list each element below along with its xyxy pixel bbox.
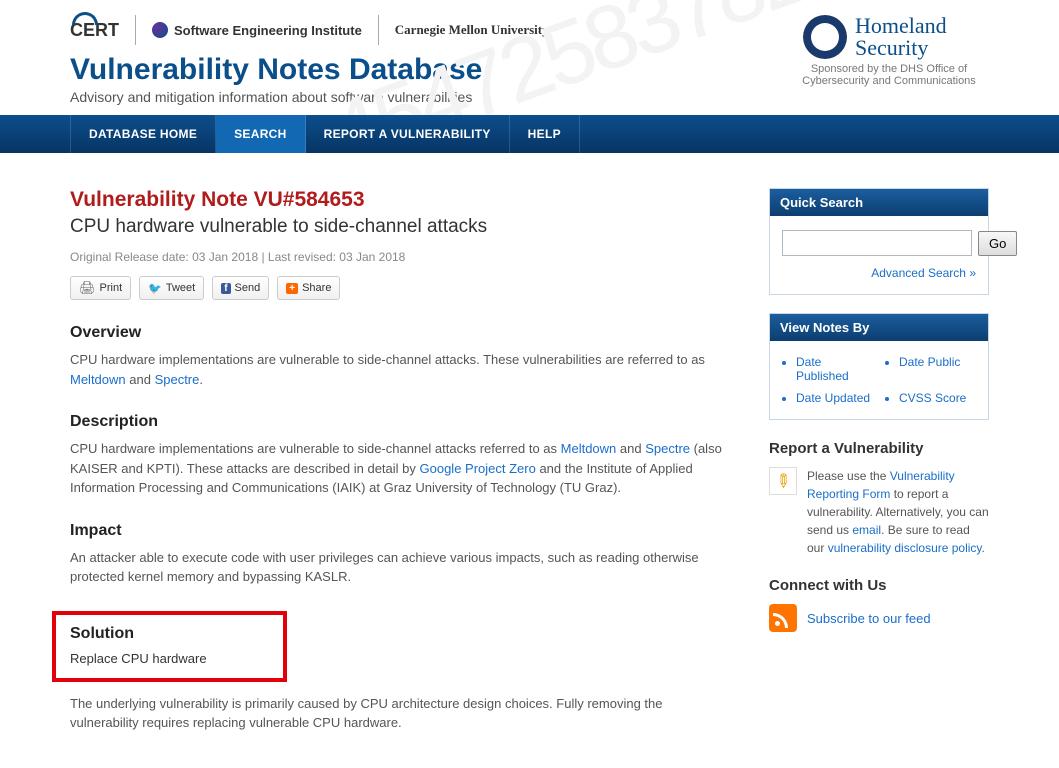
cert-logo[interactable]: CERT (70, 20, 119, 41)
addthis-icon: + (286, 283, 298, 294)
rss-row[interactable]: Subscribe to our feed (769, 604, 989, 632)
nav-item-report-a-vulnerability[interactable]: REPORT A VULNERABILITY (306, 115, 510, 153)
spectre-link-2[interactable]: Spectre (645, 441, 690, 456)
pencil-icon: ✎ (769, 467, 797, 495)
solution-bold: Replace CPU hardware (70, 651, 269, 666)
description-section: Description CPU hardware implementations… (70, 413, 729, 498)
tweet-button[interactable]: 🐦Tweet (139, 276, 204, 300)
twitter-icon: 🐦 (148, 282, 162, 295)
meltdown-link-2[interactable]: Meltdown (561, 441, 617, 456)
share-button[interactable]: +Share (277, 276, 340, 300)
printer-icon: 🖨 (79, 280, 96, 296)
description-heading: Description (70, 413, 729, 431)
go-button[interactable]: Go (978, 231, 1017, 256)
view-notes-item[interactable]: Date Updated (796, 391, 873, 405)
advanced-search-link[interactable]: Advanced Search » (871, 266, 976, 280)
site-header: 454725837823 CERT Software Engineering I… (0, 0, 1059, 115)
sponsor-name: Homeland Security (855, 15, 975, 59)
nav-item-search[interactable]: SEARCH (216, 115, 305, 153)
project-zero-link[interactable]: Google Project Zero (420, 461, 536, 476)
overview-heading: Overview (70, 324, 729, 342)
overview-section: Overview CPU hardware implementations ar… (70, 324, 729, 389)
print-button[interactable]: 🖨Print (70, 276, 131, 300)
solution-text: The underlying vulnerability is primaril… (70, 694, 729, 733)
view-notes-panel: View Notes By Date Published Date Public D… (769, 313, 989, 420)
sponsor-line: Sponsored by the DHS Office of Cybersecu… (789, 63, 989, 87)
impact-heading: Impact (70, 522, 729, 540)
nav-item-database-home[interactable]: DATABASE HOME (70, 115, 216, 153)
share-row: 🖨Print 🐦Tweet fSend +Share (70, 276, 729, 300)
solution-heading: Solution (70, 625, 269, 643)
note-dates: Original Release date: 03 Jan 2018 | Las… (70, 250, 729, 264)
view-notes-heading: View Notes By (770, 314, 988, 341)
connect-heading: Connect with Us (769, 577, 989, 594)
spectre-link[interactable]: Spectre (155, 372, 200, 387)
note-title: Vulnerability Note VU#584653 (70, 188, 729, 212)
view-notes-item[interactable]: CVSS Score (899, 391, 976, 405)
search-input[interactable] (782, 230, 972, 256)
view-notes-item[interactable]: Date Public (899, 355, 976, 383)
send-button[interactable]: fSend (212, 276, 269, 300)
solution-highlight-box: Solution Replace CPU hardware (52, 611, 287, 682)
nav-item-help[interactable]: HELP (510, 115, 580, 153)
disclosure-policy-link[interactable]: vulnerability disclosure policy (828, 541, 982, 555)
site-subtitle: Advisory and mitigation information abou… (70, 89, 989, 105)
dhs-seal-icon (803, 15, 847, 59)
quick-search-panel: Quick Search Go Advanced Search » (769, 188, 989, 295)
sponsor-block[interactable]: Homeland Security Sponsored by the DHS O… (789, 15, 989, 87)
main-nav: DATABASE HOMESEARCHREPORT A VULNERABILIT… (0, 115, 1059, 153)
rss-icon (769, 604, 797, 632)
sidebar: Quick Search Go Advanced Search » View N… (769, 188, 989, 733)
report-block: ✎ Please use the Vulnerability Reporting… (769, 467, 989, 557)
email-link[interactable]: email (852, 523, 881, 537)
main-content: Vulnerability Note VU#584653 CPU hardwar… (70, 188, 729, 733)
sei-logo[interactable]: Software Engineering Institute (152, 22, 362, 38)
impact-section: Impact An attacker able to execute code … (70, 522, 729, 587)
rss-link[interactable]: Subscribe to our feed (807, 611, 931, 626)
meltdown-link[interactable]: Meltdown (70, 372, 126, 387)
report-heading: Report a Vulnerability (769, 440, 989, 457)
note-subtitle: CPU hardware vulnerable to side-channel … (70, 216, 729, 238)
facebook-icon: f (221, 283, 230, 294)
quick-search-heading: Quick Search (770, 189, 988, 216)
view-notes-item[interactable]: Date Published (796, 355, 873, 383)
cmu-logo[interactable]: Carnegie Mellon University (395, 22, 549, 38)
